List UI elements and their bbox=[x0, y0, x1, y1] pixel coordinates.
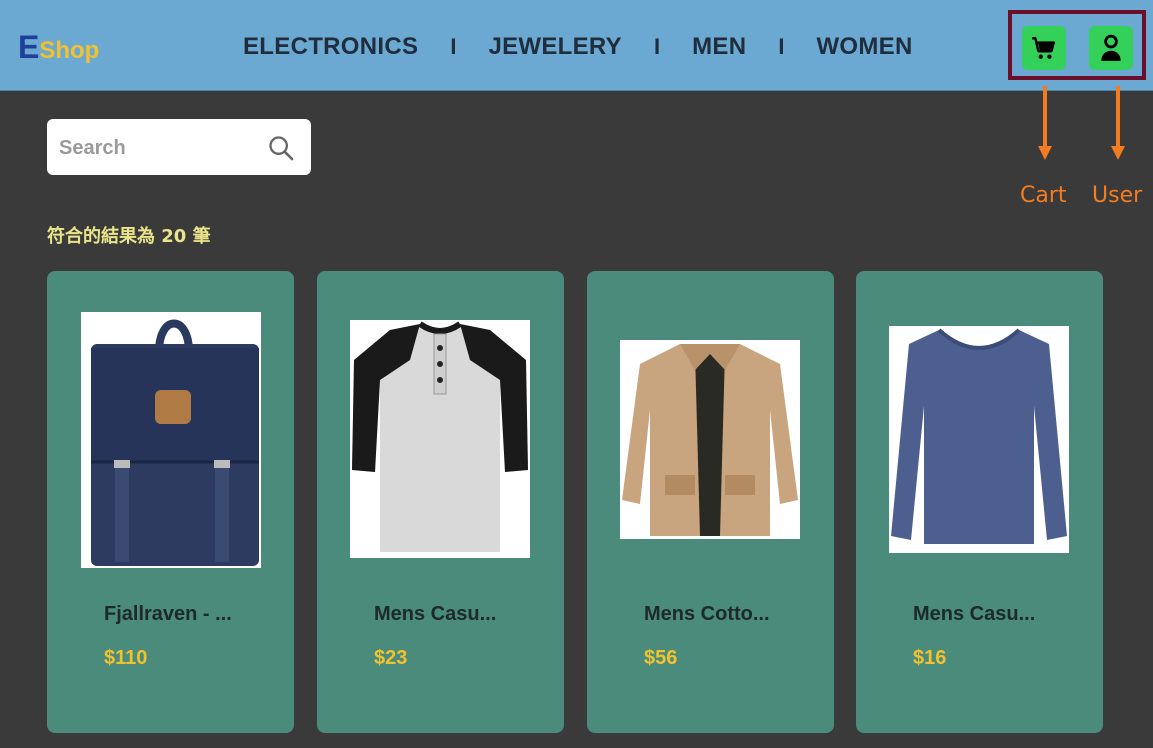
product-price: $56 bbox=[644, 647, 678, 669]
product-image-jacket bbox=[620, 340, 800, 539]
product-name: Mens Cotto... bbox=[644, 603, 770, 625]
header-icons-highlight bbox=[1008, 10, 1146, 80]
search-box bbox=[47, 119, 311, 175]
user-arrow bbox=[1116, 86, 1120, 146]
nav-separator: I bbox=[653, 34, 661, 59]
nav-women[interactable]: WOMEN bbox=[816, 33, 912, 61]
results-count: 符合的結果為 20 筆 bbox=[47, 226, 211, 247]
backpack-icon bbox=[91, 319, 259, 566]
tshirt-icon bbox=[352, 321, 528, 552]
product-price: $16 bbox=[913, 647, 947, 669]
product-card[interactable]: Mens Casu... $16 bbox=[856, 271, 1103, 733]
product-name: Fjallraven - ... bbox=[104, 603, 232, 625]
user-icon bbox=[1101, 34, 1121, 61]
user-annotation: User bbox=[1092, 183, 1143, 208]
search-input[interactable] bbox=[57, 133, 261, 163]
jacket-icon bbox=[622, 344, 798, 536]
cart-icon bbox=[1032, 37, 1055, 59]
product-image-backpack bbox=[81, 312, 261, 568]
user-arrow-head bbox=[1111, 146, 1125, 160]
logo-text: Shop bbox=[39, 37, 100, 64]
nav-separator: I bbox=[450, 34, 457, 59]
product-price: $110 bbox=[104, 647, 148, 669]
nav-electronics[interactable]: ELECTRONICS bbox=[243, 33, 418, 61]
product-name: Mens Casu... bbox=[913, 603, 1036, 625]
cart-button[interactable] bbox=[1022, 26, 1066, 70]
product-price: $23 bbox=[374, 647, 408, 669]
product-card[interactable]: Fjallraven - ... $110 bbox=[47, 271, 294, 733]
eshop-logo[interactable]: EShop bbox=[18, 30, 99, 68]
cart-arrow-head bbox=[1038, 146, 1052, 160]
product-image-long-sleeve-shirt bbox=[889, 326, 1069, 553]
product-name: Mens Casu... bbox=[374, 603, 497, 625]
cart-annotation: Cart bbox=[1020, 183, 1067, 208]
category-nav: ELECTRONICS I JEWELERY I MEN I WOMEN bbox=[243, 30, 913, 64]
cart-arrow bbox=[1043, 86, 1047, 146]
nav-men[interactable]: MEN bbox=[692, 33, 746, 61]
nav-separator: I bbox=[778, 34, 785, 59]
product-image-raglan-tshirt bbox=[350, 320, 530, 558]
product-card[interactable]: Mens Cotto... $56 bbox=[587, 271, 834, 733]
search-icon[interactable] bbox=[267, 134, 295, 162]
shirt-icon bbox=[891, 328, 1067, 544]
top-nav-bar: EShop ELECTRONICS I JEWELERY I MEN I WOM… bbox=[0, 0, 1153, 91]
logo-letter: E bbox=[18, 29, 40, 65]
nav-jewelery[interactable]: JEWELERY bbox=[488, 33, 622, 61]
user-button[interactable] bbox=[1089, 26, 1133, 70]
product-card[interactable]: Mens Casu... $23 bbox=[317, 271, 564, 733]
